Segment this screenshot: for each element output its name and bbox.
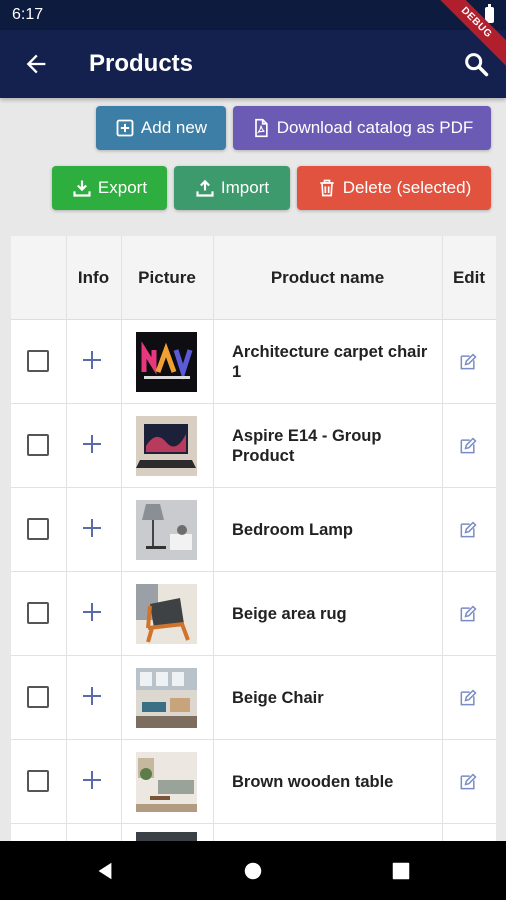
header-picture[interactable]: Picture	[121, 236, 213, 320]
nav-back-icon[interactable]	[94, 860, 116, 882]
column-divider	[121, 236, 122, 841]
system-nav-bar	[0, 841, 506, 900]
download-icon	[73, 180, 91, 197]
add-box-icon	[116, 119, 134, 137]
products-table: Info Picture Product name Edit Architect…	[11, 236, 496, 864]
product-name: Beige Chair	[232, 689, 324, 707]
delete-selected-label: Delete (selected)	[342, 178, 472, 197]
column-divider	[66, 236, 67, 841]
edit-icon[interactable]	[458, 520, 478, 540]
status-bar: 6:17	[0, 0, 506, 30]
edit-icon[interactable]	[458, 352, 478, 372]
header-product-name[interactable]: Product name	[213, 236, 442, 320]
column-divider	[213, 236, 214, 841]
pdf-file-icon	[254, 118, 268, 138]
product-thumbnail	[136, 668, 197, 728]
edit-icon[interactable]	[458, 604, 478, 624]
table-row[interactable]: Beige area rug	[11, 572, 496, 656]
arrow-left-icon[interactable]	[22, 50, 50, 78]
product-thumbnail	[136, 752, 197, 812]
product-name: Aspire E14 - Group Product	[232, 427, 382, 465]
table-row[interactable]: Bedroom Lamp	[11, 488, 496, 572]
edit-icon[interactable]	[458, 436, 478, 456]
header-edit[interactable]: Edit	[442, 236, 496, 320]
table-row[interactable]: Aspire E14 - Group Product	[11, 404, 496, 488]
expand-info-icon[interactable]	[83, 603, 101, 621]
expand-info-icon[interactable]	[83, 687, 101, 705]
expand-info-icon[interactable]	[83, 771, 101, 789]
product-name: Architecture carpet chair 1	[232, 343, 428, 381]
app-bar: Products	[0, 30, 506, 98]
page-title: Products	[89, 50, 194, 77]
column-divider	[442, 236, 443, 841]
product-thumbnail	[136, 584, 197, 644]
delete-selected-button[interactable]: Delete (selected)	[297, 166, 491, 210]
product-thumbnail	[136, 332, 197, 392]
row-checkbox[interactable]	[27, 602, 49, 624]
product-name: Brown wooden table	[232, 773, 394, 791]
header-info[interactable]: Info	[66, 236, 121, 320]
nav-home-icon[interactable]	[242, 860, 264, 882]
nav-recents-icon[interactable]	[390, 860, 412, 882]
export-label: Export	[97, 178, 148, 197]
table-header: Info Picture Product name Edit	[11, 236, 496, 320]
expand-info-icon[interactable]	[83, 351, 101, 369]
product-name: Beige area rug	[232, 605, 347, 623]
add-new-button[interactable]: Add new	[96, 106, 226, 150]
edit-icon[interactable]	[458, 772, 478, 792]
table-row[interactable]: Architecture carpet chair 1	[11, 320, 496, 404]
import-label: Import	[220, 178, 270, 197]
product-thumbnail	[136, 416, 197, 476]
download-catalog-button[interactable]: Download catalog as PDF	[233, 106, 491, 150]
row-checkbox[interactable]	[27, 686, 49, 708]
upload-icon	[196, 179, 214, 197]
row-checkbox[interactable]	[27, 350, 49, 372]
status-time: 6:17	[12, 6, 44, 23]
edit-icon[interactable]	[458, 688, 478, 708]
search-icon[interactable]	[462, 50, 490, 78]
product-thumbnail	[136, 500, 197, 560]
export-button[interactable]: Export	[52, 166, 167, 210]
import-button[interactable]: Import	[174, 166, 290, 210]
row-checkbox[interactable]	[27, 770, 49, 792]
expand-info-icon[interactable]	[83, 519, 101, 537]
product-name: Bedroom Lamp	[232, 521, 354, 539]
download-catalog-label: Download catalog as PDF	[276, 118, 474, 137]
table-row[interactable]: Brown wooden table	[11, 740, 496, 824]
row-checkbox[interactable]	[27, 518, 49, 540]
add-new-label: Add new	[140, 118, 208, 137]
table-row[interactable]: Beige Chair	[11, 656, 496, 740]
expand-info-icon[interactable]	[83, 435, 101, 453]
trash-icon	[320, 179, 334, 197]
row-checkbox[interactable]	[27, 434, 49, 456]
